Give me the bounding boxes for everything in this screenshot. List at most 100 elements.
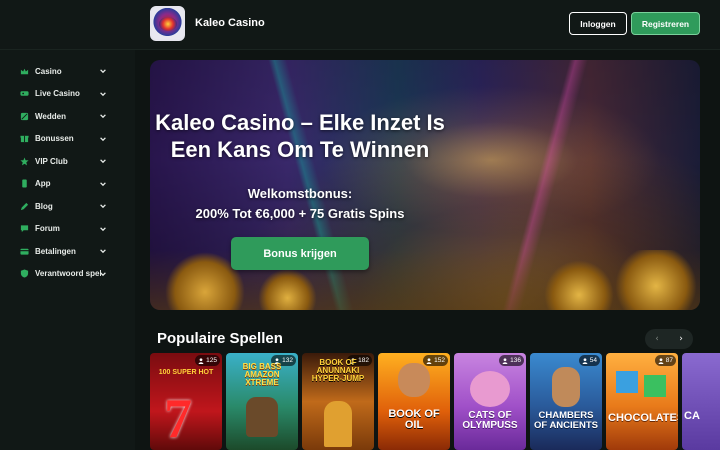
game-title: BOOK OF ANUNNAKI HYPER-JUMP [311,358,365,383]
user-icon [582,357,588,364]
player-count: 54 [589,357,597,364]
chevron-down-icon [100,159,106,164]
hero-title-line1: Kaleo Casino – Elke Inzet Is [155,110,445,135]
chevron-down-icon [100,69,106,74]
sidebar-item-blog[interactable]: Blog [0,195,135,218]
seven-symbol: 7 [164,388,192,450]
fisherman-figure [246,397,278,437]
sidebar-item-verantwoord-spelen[interactable]: Verantwoord spelen [0,263,135,286]
sidebar-item-app[interactable]: App [0,173,135,196]
game-card[interactable]: 54 CHAMBERS OF ANCIENTS [530,353,602,450]
player-count: 125 [206,357,217,364]
live-icon [20,89,29,98]
sidebar: Casino Live Casino Wedden Bonussen VIP C… [0,0,135,450]
game-title: BOOK OF OIL [388,408,440,431]
player-count: 152 [434,357,445,364]
player-count: 136 [510,357,521,364]
hero-title: Kaleo Casino – Elke Inzet Is Een Kans Om… [150,109,450,163]
sidebar-item-label: VIP Club [35,156,68,166]
chevron-down-icon [100,181,106,186]
sidebar-item-label: Wedden [35,111,66,121]
player-count-badge: 136 [499,355,524,366]
chevron-down-icon [100,249,106,254]
chat-icon [20,224,29,233]
warrior-figure [552,367,580,407]
sidebar-nav: Casino Live Casino Wedden Bonussen VIP C… [0,60,135,285]
game-title: CHOCOLATES [608,412,678,424]
carousel-prev-button[interactable]: ‹ [645,329,669,349]
register-button[interactable]: Registreren [631,12,700,35]
brand-name: Kaleo Casino [195,17,265,29]
game-card[interactable]: 87 CHOCOLATES [606,353,678,450]
gift-icon [20,134,29,143]
section-title: Populaire Spellen [157,330,283,347]
header: Kaleo Casino Inloggen Registreren [135,0,720,50]
game-title: BIG BASS AMAZON XTREME [242,362,282,387]
carousel-nav: ‹ › [645,329,693,349]
player-count: 87 [665,357,673,364]
gift-box-blue [616,371,638,393]
character-face [398,363,430,397]
hero-subtitle-line2: 200% Tot €6,000 + 75 Gratis Spins [195,206,405,221]
bonus-button[interactable]: Bonus krijgen [231,237,369,270]
sidebar-item-label: Verantwoord spelen [35,269,101,279]
chevron-down-icon [100,204,106,209]
sidebar-item-label: App [35,179,51,189]
shield-icon [20,269,29,278]
crown-icon [20,67,29,76]
sidebar-item-label: Casino [35,66,62,76]
game-title: CA [684,410,700,422]
user-icon [502,357,508,364]
phone-icon [20,179,29,188]
hero-subtitle-line1: Welkomstbonus: [247,186,353,201]
player-count-badge: 125 [195,355,220,366]
sidebar-item-betalingen[interactable]: Betalingen [0,240,135,263]
hero-banner: Kaleo Casino – Elke Inzet Is Een Kans Om… [150,60,700,310]
sidebar-item-label: Betalingen [35,246,76,256]
statue-figure [324,401,352,447]
user-icon [198,357,204,364]
sidebar-item-label: Blog [35,201,53,211]
chevron-down-icon [100,271,106,276]
sidebar-item-label: Live Casino [35,89,80,99]
game-title: 100 SUPER HOT [158,369,214,376]
hero-subtitle: Welkomstbonus: 200% Tot €6,000 + 75 Grat… [150,184,450,224]
sidebar-item-label: Forum [35,224,60,234]
game-title: CHAMBERS OF ANCIENTS [533,410,599,431]
star-icon [20,157,29,166]
chevron-down-icon [100,136,106,141]
sidebar-item-forum[interactable]: Forum [0,218,135,241]
games-carousel: 125 100 SUPER HOT 7 132 BIG BASS AMAZON … [150,353,720,450]
sidebar-item-vip-club[interactable]: VIP Club [0,150,135,173]
ball-icon [20,112,29,121]
user-icon [426,357,432,364]
user-icon [658,357,664,364]
chevron-down-icon [100,114,106,119]
game-card[interactable]: 152 BOOK OF OIL [378,353,450,450]
game-card[interactable]: CA [682,353,720,450]
game-card[interactable]: 132 BIG BASS AMAZON XTREME [226,353,298,450]
gift-box-green [644,375,666,397]
player-count-badge: 152 [423,355,448,366]
hero-title-line2: Een Kans Om Te Winnen [170,137,430,162]
sidebar-item-label: Bonussen [35,134,74,144]
carousel-next-button[interactable]: › [669,329,693,349]
game-card[interactable]: 182 BOOK OF ANUNNAKI HYPER-JUMP [302,353,374,450]
player-count-badge: 87 [654,355,676,366]
game-card[interactable]: 125 100 SUPER HOT 7 [150,353,222,450]
cat-figure [470,371,510,407]
sidebar-item-live-casino[interactable]: Live Casino [0,83,135,106]
sidebar-item-bonussen[interactable]: Bonussen [0,128,135,151]
player-count-badge: 54 [578,355,600,366]
card-icon [20,247,29,256]
game-title: CATS OF OLYMPUSS [462,410,518,431]
sidebar-top [0,0,135,50]
chevron-down-icon [100,91,106,96]
game-card[interactable]: 136 CATS OF OLYMPUSS [454,353,526,450]
sidebar-item-casino[interactable]: Casino [0,60,135,83]
login-button[interactable]: Inloggen [569,12,627,35]
chevron-down-icon [100,226,106,231]
sidebar-item-wedden[interactable]: Wedden [0,105,135,128]
pen-icon [20,202,29,211]
logo[interactable] [150,6,185,41]
